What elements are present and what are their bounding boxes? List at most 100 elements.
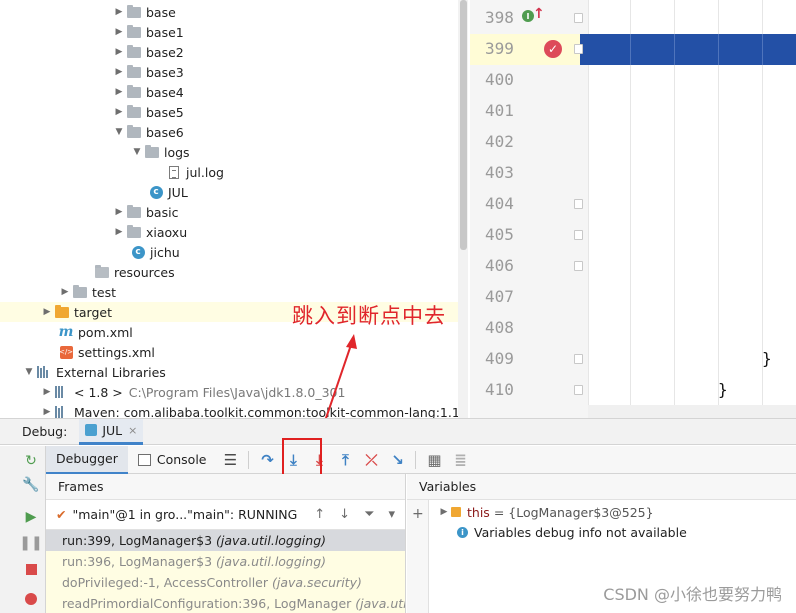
frame-row[interactable]: run:396, LogManager$3 (java.util.logging… — [46, 551, 405, 572]
tree-item-base[interactable]: ▶ base — [0, 2, 458, 22]
tree-item-maven-lib[interactable]: ▶ Maven: com.alibaba.toolkit.common:tool… — [0, 402, 458, 418]
chevron-right-icon[interactable]: ▶ — [437, 505, 451, 519]
chevron-right-icon[interactable]: ▶ — [112, 25, 126, 39]
code-brace: } — [762, 349, 772, 368]
chevron-right-icon[interactable]: ▶ — [112, 225, 126, 239]
arrow-up-icon[interactable]: ↑ — [314, 507, 325, 522]
tree-item-test[interactable]: ▶ test — [0, 282, 458, 302]
fold-marker-icon[interactable] — [574, 13, 583, 23]
line-number: 406 — [485, 256, 514, 275]
folder-icon — [126, 4, 142, 20]
editor-horizontal-scrollbar[interactable] — [588, 405, 796, 418]
chevron-right-icon[interactable]: ▶ — [112, 65, 126, 79]
thread-selector[interactable]: ✔ "main"@1 in gro..."main": RUNNING ↑ ↓ … — [46, 500, 405, 530]
variables-side-toolbar: + — [407, 500, 429, 613]
step-over-icon[interactable]: ↷ — [256, 448, 280, 472]
drop-frame-icon[interactable]: ⤫ — [360, 448, 384, 472]
view-breakpoints-icon[interactable] — [22, 590, 40, 608]
step-out-icon[interactable]: ⤒ — [334, 448, 358, 472]
fold-marker-icon[interactable] — [574, 230, 583, 240]
xml-file-icon: </> — [58, 344, 74, 360]
debug-session-tab[interactable]: JUL × — [79, 418, 144, 445]
line-number: 409 — [485, 349, 514, 368]
line-number: 404 — [485, 194, 514, 213]
java-class-icon: c — [130, 244, 146, 260]
tree-scrollbar-thumb[interactable] — [460, 0, 467, 250]
fold-marker-icon[interactable] — [574, 385, 583, 395]
resume-icon[interactable]: ▶ — [22, 508, 40, 526]
chevron-down-icon[interactable]: ▼ — [130, 145, 144, 159]
frame-package: (java.util.log — [355, 596, 405, 611]
chevron-right-icon[interactable]: ▶ — [112, 5, 126, 19]
tree-item-resources[interactable]: resources — [0, 262, 458, 282]
tree-item-label: target — [74, 304, 113, 320]
tree-item-base3[interactable]: ▶ base3 — [0, 62, 458, 82]
chevron-down-icon[interactable]: ▼ — [22, 365, 36, 379]
chevron-down-icon[interactable]: ▼ — [112, 125, 126, 139]
override-arrow-icon[interactable]: ↑ — [533, 6, 545, 22]
tab-debugger[interactable]: Debugger — [46, 445, 128, 474]
tab-console-label: Console — [156, 452, 207, 467]
trace-icon[interactable]: ≣ — [449, 448, 473, 472]
arrow-down-icon[interactable]: ↓ — [339, 507, 350, 522]
chevron-down-icon[interactable]: ▾ — [388, 507, 395, 522]
chevron-right-icon[interactable]: ▶ — [112, 105, 126, 119]
chevron-right-icon[interactable]: ▶ — [40, 305, 54, 319]
evaluate-expression-icon[interactable]: ▦ — [423, 448, 447, 472]
tree-item-label: test — [92, 284, 117, 300]
chevron-right-icon[interactable]: ▶ — [40, 385, 54, 399]
chevron-right-icon[interactable]: ▶ — [58, 285, 72, 299]
tree-item-base4[interactable]: ▶ base4 — [0, 82, 458, 102]
tree-item-logs[interactable]: ▼ logs — [0, 142, 458, 162]
frame-row[interactable]: doPrivileged:-1, AccessController (java.… — [46, 572, 405, 593]
frame-row[interactable]: readPrimordialConfiguration:396, LogMana… — [46, 593, 405, 613]
layout-menu-icon[interactable]: ☰ — [219, 448, 243, 472]
tree-item-label: base — [146, 4, 176, 20]
tab-console[interactable]: Console — [128, 446, 217, 474]
tree-item-base6[interactable]: ▼ base6 — [0, 122, 458, 142]
frame-method: readPrimordialConfiguration:396, LogMana… — [62, 596, 352, 611]
tree-item-label: jul.log — [186, 164, 224, 180]
tree-item-label: basic — [146, 204, 179, 220]
breakpoint-icon[interactable]: ✓ — [544, 40, 562, 58]
tree-item-settings-xml[interactable]: </> settings.xml — [0, 342, 458, 362]
tree-item-jdk[interactable]: ▶ < 1.8 > C:\Program Files\Java\jdk1.8.0… — [0, 382, 458, 402]
chevron-right-icon[interactable]: ▶ — [112, 205, 126, 219]
pause-icon[interactable]: ❚❚ — [19, 534, 42, 552]
fold-marker-icon[interactable] — [574, 354, 583, 364]
fold-marker-icon[interactable] — [574, 44, 583, 54]
run-to-cursor-icon[interactable]: ↘ — [386, 448, 410, 472]
plus-icon[interactable]: + — [412, 506, 424, 522]
rerun-icon[interactable]: ↻ — [22, 452, 40, 470]
variable-row[interactable]: ▶ this = {LogManager$3@525} — [437, 502, 654, 522]
chevron-right-icon[interactable]: ▶ — [40, 405, 54, 418]
frame-package: (java.util.logging) — [216, 533, 327, 548]
code-brace: } — [718, 380, 728, 399]
tree-item-basic[interactable]: ▶ basic — [0, 202, 458, 222]
line-number: 410 — [485, 380, 514, 399]
chevron-right-icon[interactable]: ▶ — [112, 45, 126, 59]
frame-row[interactable]: run:399, LogManager$3 (java.util.logging… — [46, 530, 405, 551]
tree-item-xiaoxu[interactable]: ▶ xiaoxu — [0, 222, 458, 242]
tree-item-external-libraries[interactable]: ▼ External Libraries — [0, 362, 458, 382]
fold-marker-icon[interactable] — [574, 199, 583, 209]
tree-item-jul-class[interactable]: c JUL — [0, 182, 458, 202]
tree-item-jichu[interactable]: c jichu — [0, 242, 458, 262]
chevron-right-icon[interactable]: ▶ — [112, 85, 126, 99]
folder-icon — [126, 24, 142, 40]
tree-item-base5[interactable]: ▶ base5 — [0, 102, 458, 122]
wrench-icon[interactable]: 🔧 — [22, 476, 40, 494]
fold-marker-icon[interactable] — [574, 261, 583, 271]
jdk-icon — [54, 384, 70, 400]
tree-item-base2[interactable]: ▶ base2 — [0, 42, 458, 62]
thread-label: "main"@1 in gro..."main": RUNNING — [72, 507, 298, 522]
folder-icon — [126, 124, 142, 140]
close-icon[interactable]: × — [128, 424, 137, 437]
filter-icon[interactable]: ⏷ — [364, 507, 374, 522]
watermark: CSDN @小徐也要努力鸭 — [603, 585, 782, 604]
tree-item-base1[interactable]: ▶ base1 — [0, 22, 458, 42]
tree-item-jul-log[interactable]: jul.log — [0, 162, 458, 182]
stop-icon[interactable] — [22, 560, 40, 578]
tree-item-label: JUL — [168, 184, 188, 200]
log-file-icon — [166, 164, 182, 180]
